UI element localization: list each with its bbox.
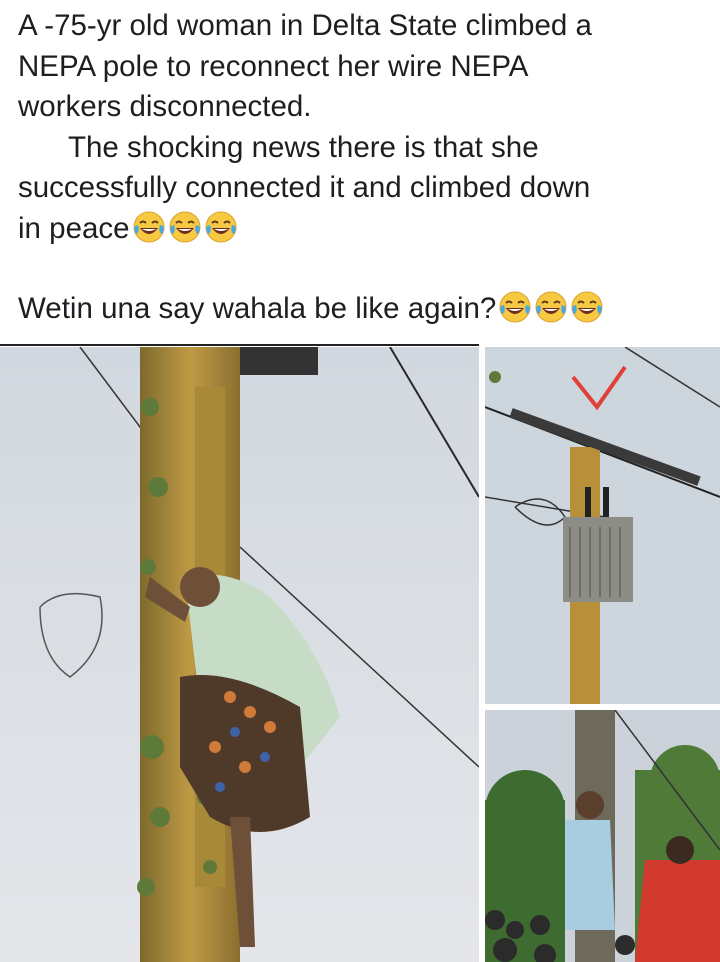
pole-transformer-photo[interactable] [485, 347, 720, 704]
post-line: NEPA pole to reconnect her wire NEPA [18, 49, 529, 83]
crying-laughing-face-icon [535, 291, 567, 323]
post-text: A -75-yr old woman in Delta State climbe… [18, 6, 708, 330]
post-line: The shocking news there is that she [68, 130, 539, 164]
post-line-text: in peace [18, 211, 130, 245]
post-line: A -75-yr old woman in Delta State climbe… [18, 9, 592, 42]
emoji-row [496, 291, 604, 325]
crying-laughing-face-icon [499, 291, 531, 323]
post-line: in peace [18, 209, 708, 250]
crying-laughing-face-icon [571, 291, 603, 323]
crying-laughing-face-icon [169, 211, 201, 242]
woman-climbing-pole-photo[interactable] [0, 347, 479, 962]
divider [0, 344, 479, 346]
post-line: workers disconnected. [18, 90, 312, 123]
emoji-row [130, 211, 238, 245]
crying-laughing-face-icon [205, 211, 237, 242]
post-line-text: Wetin una say wahala be like again? [18, 292, 497, 325]
woman-on-pole-crowd-photo[interactable] [485, 710, 720, 962]
post-line: successfully connected it and climbed do… [18, 171, 591, 204]
crying-laughing-face-icon [133, 211, 165, 242]
post-line: Wetin una say wahala be like again? [18, 289, 708, 330]
